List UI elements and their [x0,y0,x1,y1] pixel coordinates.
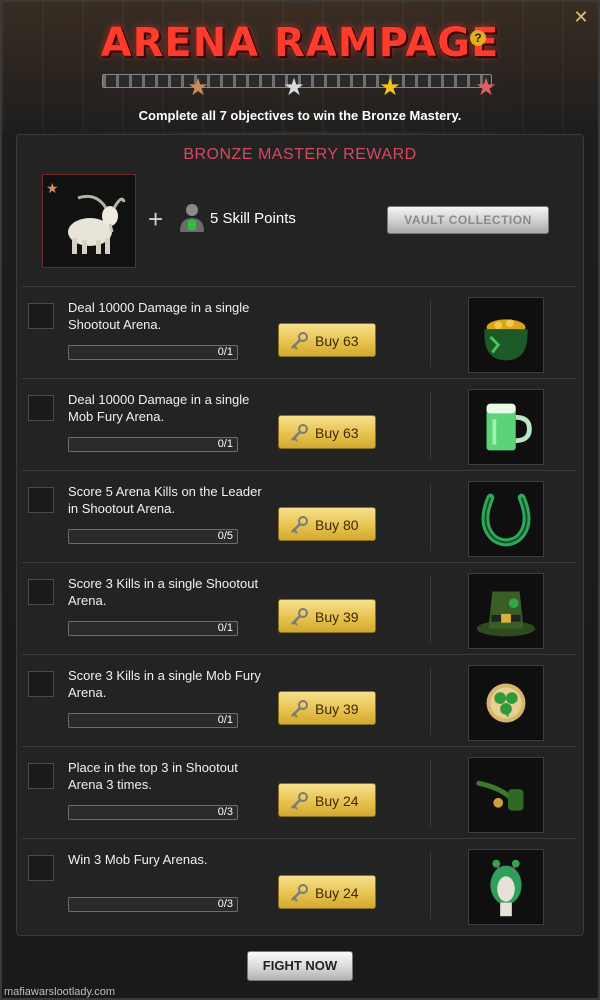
buy-button[interactable]: Buy 24 [278,875,376,909]
objective-checkbox [28,303,54,329]
green-beer-mug-icon[interactable] [468,389,544,465]
row-divider [430,667,431,735]
objective-row: Score 3 Kills in a single Mob Fury Arena… [22,654,576,746]
row-divider [430,759,431,827]
leprechaun-hat-icon[interactable] [468,573,544,649]
key-icon [289,883,309,903]
buy-label: Buy 39 [315,609,359,625]
pipe-icon[interactable] [468,757,544,833]
watermark: mafiawarslootlady.com [4,986,116,998]
key-icon [289,607,309,627]
clover-badge-icon[interactable] [468,665,544,741]
page-title: ARENA RAMPAGE [100,20,500,66]
buy-button[interactable]: Buy 63 [278,323,376,357]
buy-label: Buy 63 [315,333,359,349]
gold-star-icon: ★ [379,74,401,101]
row-divider [430,851,431,919]
objective-text: Score 3 Kills in a single Shootout Arena… [68,576,259,608]
row-divider [430,575,431,643]
subtitle: Complete all 7 objectives to win the Bro… [138,108,462,123]
objective-checkbox [28,395,54,421]
progress-text: 0/5 [217,530,233,542]
buy-label: Buy 80 [315,517,359,533]
objective-text: Deal 10000 Damage in a single Mob Fury A… [68,392,250,424]
objective-progress-bar: 0/1 [68,621,238,636]
objective-checkbox [28,763,54,789]
objective-progress-bar: 0/5 [68,529,238,544]
green-wig-icon[interactable] [468,849,544,925]
objective-text: Score 3 Kills in a single Mob Fury Arena… [68,668,261,700]
key-icon [289,331,309,351]
buy-button[interactable]: Buy 80 [278,507,376,541]
objective-checkbox [28,579,54,605]
silver-star-icon: ★ [283,74,305,101]
objective-row: Deal 10000 Damage in a single Mob Fury A… [22,378,576,470]
objective-row: Place in the top 3 in Shootout Arena 3 t… [22,746,576,838]
objective-text: Score 5 Arena Kills on the Leader in Sho… [68,484,262,516]
buy-button[interactable]: Buy 39 [278,599,376,633]
objective-progress-bar: 0/1 [68,345,238,360]
objective-text: Win 3 Mob Fury Arenas. [68,852,208,867]
buy-label: Buy 63 [315,425,359,441]
bronze-star-icon: ★ [187,74,209,101]
plus-icon: + [148,204,164,234]
skill-points-icon [180,204,204,232]
objective-row: Score 3 Kills in a single Shootout Arena… [22,562,576,654]
objective-progress-bar: 0/3 [68,805,238,820]
objective-text: Deal 10000 Damage in a single Shootout A… [68,300,250,332]
objective-text: Place in the top 3 in Shootout Arena 3 t… [68,760,238,792]
objective-row: Score 5 Arena Kills on the Leader in Sho… [22,470,576,562]
progress-text: 0/1 [217,346,233,358]
buy-label: Buy 24 [315,885,359,901]
objective-row: Win 3 Mob Fury Arenas. 0/3 Buy 24 [22,838,576,930]
horseshoe-icon[interactable] [468,481,544,557]
help-icon[interactable]: ? [470,30,486,46]
vault-collection-button[interactable]: VAULT COLLECTION [387,206,549,234]
reward-title: BRONZE MASTERY REWARD [183,146,417,163]
skill-points-label: 5 Skill Points [210,210,296,227]
key-icon [289,515,309,535]
ruby-star-icon: ★ [475,74,497,101]
row-divider [430,299,431,367]
row-divider [430,483,431,551]
pot-of-gold-icon[interactable] [468,297,544,373]
buy-label: Buy 39 [315,701,359,717]
row-divider [430,391,431,459]
fight-now-button[interactable]: FIGHT NOW [247,951,353,981]
progress-text: 0/3 [217,898,233,910]
objective-row: Deal 10000 Damage in a single Shootout A… [22,286,576,378]
buy-label: Buy 24 [315,793,359,809]
objective-checkbox [28,855,54,881]
objective-checkbox [28,487,54,513]
objective-progress-bar: 0/1 [68,437,238,452]
progress-text: 0/1 [217,622,233,634]
buy-button[interactable]: Buy 63 [278,415,376,449]
key-icon [289,699,309,719]
objective-progress-bar: 0/3 [68,897,238,912]
progress-text: 0/1 [217,714,233,726]
progress-text: 0/3 [217,806,233,818]
key-icon [289,423,309,443]
objective-checkbox [28,671,54,697]
buy-button[interactable]: Buy 24 [278,783,376,817]
buy-button[interactable]: Buy 39 [278,691,376,725]
goat-icon [68,194,126,254]
progress-text: 0/1 [217,438,233,450]
objective-progress-bar: 0/1 [68,713,238,728]
key-icon [289,791,309,811]
